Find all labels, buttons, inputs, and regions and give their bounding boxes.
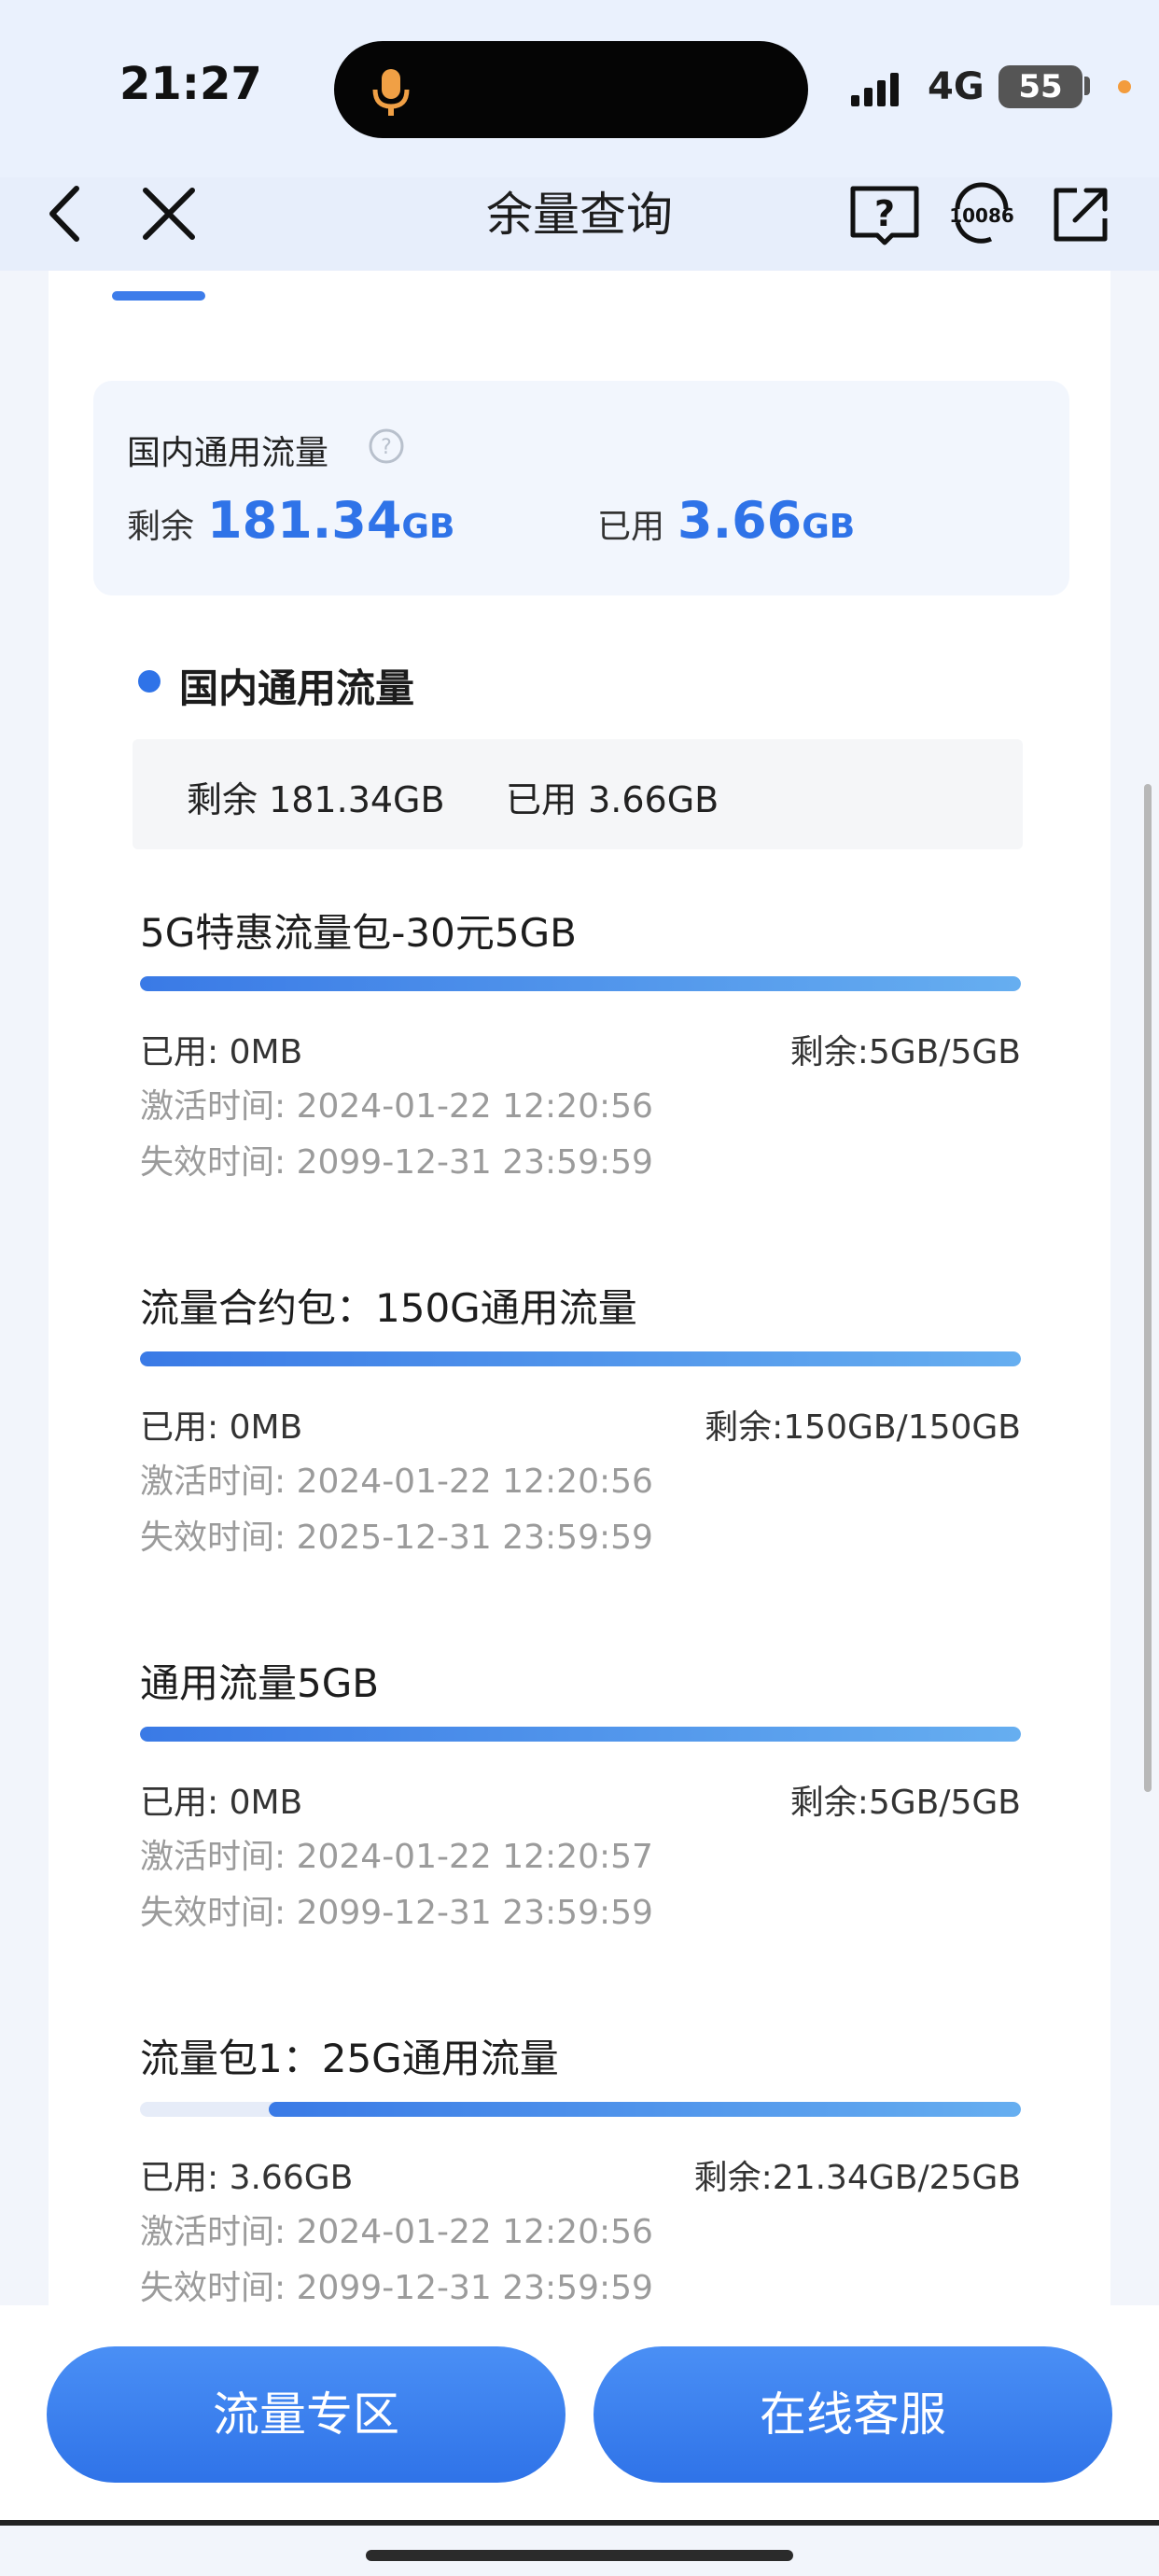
mic-icon bbox=[372, 69, 410, 116]
10086-service-icon: 10086 bbox=[949, 182, 1014, 244]
scrollbar[interactable] bbox=[1144, 784, 1152, 1792]
svg-text:?: ? bbox=[381, 436, 392, 459]
package-activated: 激活时间: 2024-01-22 12:20:56 bbox=[140, 1463, 653, 1501]
svg-text:?: ? bbox=[874, 193, 895, 234]
summary-remain-value: 181.34 bbox=[207, 491, 402, 550]
package-name: 流量合约包：150G通用流量 bbox=[140, 1285, 637, 1331]
package-used: 已用: 3.66GB bbox=[140, 2159, 354, 2197]
usage-progress-fill bbox=[140, 976, 1021, 991]
package-activated: 激活时间: 2024-01-22 12:20:56 bbox=[140, 1087, 653, 1126]
package-activated: 激活时间: 2024-01-22 12:20:56 bbox=[140, 2213, 653, 2251]
help-circle-icon[interactable]: ? bbox=[368, 427, 405, 465]
privacy-indicator bbox=[1118, 80, 1131, 93]
package-expires: 失效时间: 2025-12-31 23:59:59 bbox=[140, 1519, 653, 1557]
usage-progress-fill bbox=[269, 2102, 1021, 2117]
package-used: 已用: 0MB bbox=[140, 1784, 303, 1822]
summary-remain-unit: GB bbox=[401, 508, 455, 546]
package-item: 流量包1：25G通用流量 已用: 3.66GB 剩余:21.34GB/25GB … bbox=[140, 2027, 1021, 2307]
chevron-left-icon bbox=[49, 186, 79, 242]
package-item: 流量合约包：150G通用流量 已用: 0MB 剩余:150GB/150GB 激活… bbox=[140, 1277, 1021, 1557]
close-button[interactable] bbox=[140, 181, 198, 246]
home-indicator[interactable] bbox=[366, 2550, 793, 2561]
usage-progress-bar bbox=[140, 1351, 1021, 1366]
summary-title: 国内通用流量 bbox=[127, 434, 329, 472]
package-remain: 剩余:5GB/5GB bbox=[789, 1784, 1021, 1822]
section-title: 国内通用流量 bbox=[179, 665, 415, 711]
status-time: 21:27 bbox=[119, 58, 262, 110]
package-used: 已用: 0MB bbox=[140, 1033, 303, 1071]
usage-progress-fill bbox=[140, 1351, 1021, 1366]
package-remain: 剩余:150GB/150GB bbox=[705, 1408, 1021, 1447]
summary-card: 国内通用流量 ? 剩余 181.34GB 已用 3.66GB bbox=[93, 381, 1069, 595]
summary-used: 已用 3.66GB bbox=[597, 491, 855, 550]
package-expires: 失效时间: 2099-12-31 23:59:59 bbox=[140, 1143, 653, 1182]
package-activated: 激活时间: 2024-01-22 12:20:57 bbox=[140, 1838, 653, 1876]
package-name: 通用流量5GB bbox=[140, 1660, 380, 1706]
data-zone-button[interactable]: 流量专区 bbox=[47, 2346, 566, 2483]
package-name: 流量包1：25G通用流量 bbox=[140, 2036, 559, 2081]
back-button[interactable] bbox=[41, 181, 88, 246]
battery-level: 55 bbox=[1018, 68, 1063, 105]
package-used: 已用: 0MB bbox=[140, 1408, 303, 1447]
signal-icon bbox=[851, 73, 899, 106]
tab-indicator bbox=[112, 291, 205, 301]
summary-used-unit: GB bbox=[802, 508, 856, 546]
help-book-icon: ? bbox=[850, 186, 919, 245]
summary-used-value: 3.66 bbox=[677, 491, 803, 550]
usage-progress-bar bbox=[140, 2102, 1021, 2117]
section-used: 已用 3.66GB bbox=[506, 779, 719, 820]
battery-icon: 55 bbox=[998, 65, 1082, 108]
online-service-button[interactable]: 在线客服 bbox=[593, 2346, 1112, 2483]
status-bar: 21:27 4G 55 bbox=[0, 0, 1159, 177]
package-remain: 剩余:21.34GB/25GB bbox=[693, 2159, 1021, 2197]
usage-progress-fill bbox=[140, 1727, 1021, 1742]
share-button[interactable] bbox=[1049, 181, 1114, 248]
dynamic-island bbox=[334, 41, 808, 138]
package-expires: 失效时间: 2099-12-31 23:59:59 bbox=[140, 2269, 653, 2307]
usage-progress-bar bbox=[140, 1727, 1021, 1742]
package-name: 5G特惠流量包-30元5GB bbox=[140, 910, 577, 956]
package-item: 5G特惠流量包-30元5GB 已用: 0MB 剩余:5GB/5GB 激活时间: … bbox=[140, 902, 1021, 1182]
section-summary-box: 剩余 181.34GB 已用 3.66GB bbox=[133, 739, 1023, 849]
close-icon bbox=[143, 188, 195, 240]
package-item: 通用流量5GB 已用: 0MB 剩余:5GB/5GB 激活时间: 2024-01… bbox=[140, 1652, 1021, 1932]
battery-tip bbox=[1084, 77, 1090, 95]
service-icon-label: 10086 bbox=[949, 204, 1014, 227]
summary-used-label: 已用 bbox=[597, 508, 665, 546]
screen-divider bbox=[0, 2520, 1159, 2526]
service-10086-button[interactable]: 10086 bbox=[944, 181, 1019, 248]
help-button[interactable]: ? bbox=[847, 181, 922, 248]
usage-progress-bar bbox=[140, 976, 1021, 991]
summary-remain: 剩余 181.34GB bbox=[127, 491, 454, 550]
summary-remain-label: 剩余 bbox=[127, 508, 195, 546]
network-label: 4G bbox=[928, 65, 984, 108]
section-remain: 剩余 181.34GB bbox=[187, 779, 445, 820]
package-expires: 失效时间: 2099-12-31 23:59:59 bbox=[140, 1894, 653, 1932]
nav-bar: 余量查询 ? 10086 bbox=[0, 177, 1159, 271]
section-dot bbox=[138, 670, 161, 693]
share-icon bbox=[1054, 188, 1108, 242]
package-remain: 剩余:5GB/5GB bbox=[789, 1033, 1021, 1071]
